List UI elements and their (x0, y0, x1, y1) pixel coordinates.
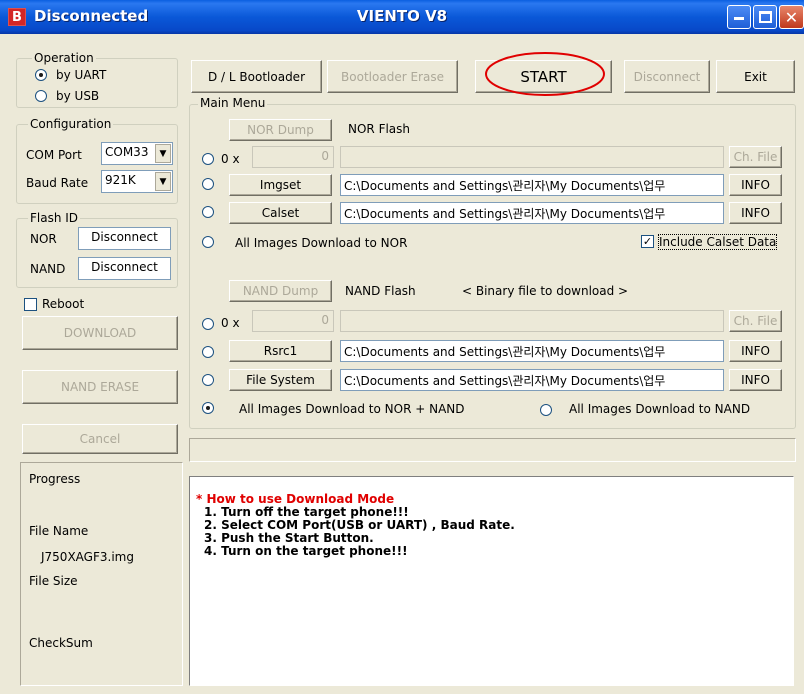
nor-hex-input[interactable]: 0 (252, 146, 334, 168)
close-icon: ✕ (784, 8, 799, 27)
nand-hex-prefix: 0 x (221, 316, 240, 330)
imgset-button[interactable]: Imgset (229, 174, 332, 196)
by-usb-label[interactable]: by USB (56, 89, 99, 103)
baud-rate-label: Baud Rate (26, 176, 89, 190)
rsrc1-radio[interactable] (202, 346, 214, 358)
nand-erase-button[interactable]: NAND ERASE (22, 370, 178, 404)
nor-flash-label: NOR Flash (348, 122, 411, 136)
nor-hex-prefix: 0 x (221, 152, 240, 166)
nand-hex-radio[interactable] (202, 318, 214, 330)
start-highlight-circle (485, 52, 605, 96)
baud-rate-value: 921K (105, 173, 136, 187)
instructions-panel: * How to use Download Mode 1. Turn off t… (189, 476, 794, 686)
progress-label: Progress (29, 472, 81, 486)
by-uart-radio[interactable] (35, 69, 47, 81)
include-calset-label[interactable]: Include Calset Data (657, 234, 778, 250)
nand-flash-label: NAND Flash (345, 284, 416, 298)
download-button[interactable]: DOWNLOAD (22, 316, 178, 350)
calset-radio[interactable] (202, 206, 214, 218)
calset-info-button[interactable]: INFO (729, 202, 782, 224)
dl-bootloader-button[interactable]: D / L Bootloader (191, 60, 322, 93)
filesystem-button[interactable]: File System (229, 369, 332, 391)
all-nor-radio[interactable] (202, 236, 214, 248)
all-nor-nand-label[interactable]: All Images Download to NOR + NAND (239, 402, 465, 416)
window-title: VIENTO V8 (356, 7, 448, 25)
all-nor-label[interactable]: All Images Download to NOR (235, 236, 407, 250)
nor-label: NOR (30, 232, 57, 246)
com-port-select[interactable]: COM33 ▼ (101, 142, 173, 165)
imgset-info-button[interactable]: INFO (729, 174, 782, 196)
nor-address-field[interactable] (340, 146, 724, 168)
reboot-checkbox[interactable] (24, 298, 37, 311)
nand-id-field: Disconnect (78, 257, 171, 280)
app-window: B Disconnected VIENTO V8 ✕ Operation by … (0, 0, 804, 694)
main-menu-legend: Main Menu (198, 96, 268, 110)
nor-id-field: Disconnect (78, 227, 171, 250)
maximize-button[interactable] (753, 5, 777, 29)
chevron-down-icon[interactable]: ▼ (155, 144, 171, 163)
all-nand-label[interactable]: All Images Download to NAND (569, 402, 750, 416)
all-nor-nand-radio[interactable] (202, 402, 214, 414)
disconnect-button[interactable]: Disconnect (624, 60, 710, 93)
instruction-step: 4. Turn on the target phone!!! (204, 544, 408, 558)
filesystem-radio[interactable] (202, 374, 214, 386)
calset-path-field[interactable]: C:\Documents and Settings\관리자\My Documen… (340, 202, 724, 224)
file-size-label: File Size (29, 574, 78, 588)
by-usb-radio[interactable] (35, 90, 47, 102)
baud-rate-select[interactable]: 921K ▼ (101, 170, 173, 193)
chevron-down-icon[interactable]: ▼ (155, 172, 171, 191)
checksum-label: CheckSum (29, 636, 93, 650)
file-name-label: File Name (29, 524, 89, 538)
rsrc1-info-button[interactable]: INFO (729, 340, 782, 362)
exit-button[interactable]: Exit (716, 60, 795, 93)
by-uart-label[interactable]: by UART (56, 68, 106, 82)
minimize-icon (734, 17, 744, 20)
operation-legend: Operation (32, 51, 96, 65)
flash-id-legend: Flash ID (28, 211, 81, 225)
reboot-label[interactable]: Reboot (42, 297, 84, 311)
imgset-radio[interactable] (202, 178, 214, 190)
com-port-label: COM Port (26, 148, 82, 162)
nor-ch-file-button[interactable]: Ch. File (729, 146, 782, 168)
cancel-button[interactable]: Cancel (22, 424, 178, 454)
binary-hint-label: < Binary file to download > (462, 284, 629, 298)
filesystem-info-button[interactable]: INFO (729, 369, 782, 391)
imgset-path-field[interactable]: C:\Documents and Settings\관리자\My Documen… (340, 174, 724, 196)
nand-dump-button[interactable]: NAND Dump (229, 280, 332, 302)
all-nand-radio[interactable] (540, 404, 552, 416)
checkmark-icon: ✓ (642, 235, 653, 248)
include-calset-checkbox[interactable]: ✓ (641, 235, 654, 248)
nand-hex-input[interactable]: 0 (252, 310, 334, 332)
minimize-button[interactable] (727, 5, 751, 29)
filesystem-path-field[interactable]: C:\Documents and Settings\관리자\My Documen… (340, 369, 724, 391)
rsrc1-path-field[interactable]: C:\Documents and Settings\관리자\My Documen… (340, 340, 724, 362)
configuration-legend: Configuration (28, 117, 114, 131)
file-name-value: J750XAGF3.img (41, 550, 134, 564)
close-button[interactable]: ✕ (779, 5, 804, 29)
progress-bar (189, 438, 796, 462)
maximize-icon (759, 11, 772, 23)
nand-label: NAND (30, 262, 66, 276)
nor-dump-button[interactable]: NOR Dump (229, 119, 332, 141)
bootloader-erase-button[interactable]: Bootloader Erase (327, 60, 458, 93)
nand-ch-file-button[interactable]: Ch. File (729, 310, 782, 332)
com-port-value: COM33 (105, 145, 149, 159)
title-bar[interactable]: B Disconnected VIENTO V8 ✕ (0, 0, 804, 34)
nand-address-field[interactable] (340, 310, 724, 332)
nor-hex-radio[interactable] (202, 153, 214, 165)
calset-button[interactable]: Calset (229, 202, 332, 224)
rsrc1-button[interactable]: Rsrc1 (229, 340, 332, 362)
